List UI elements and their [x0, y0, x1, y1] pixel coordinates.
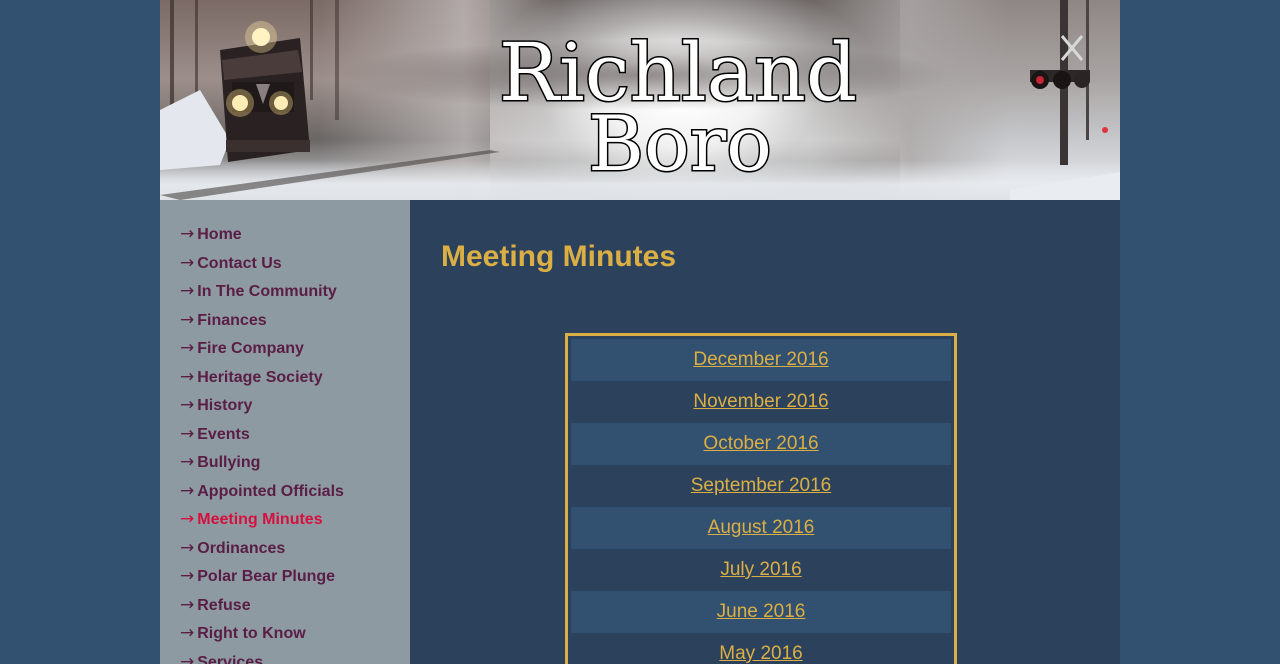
sidebar-item-home[interactable]: → Home	[180, 220, 410, 249]
sidebar-item-meeting-minutes[interactable]: → Meeting Minutes	[180, 505, 410, 534]
sidebar-item-polar-bear-plunge[interactable]: → Polar Bear Plunge	[180, 562, 410, 591]
page-title: Meeting Minutes	[441, 240, 677, 273]
sidebar-item-finances[interactable]: → Finances	[180, 306, 410, 335]
minutes-link[interactable]: July 2016	[720, 559, 801, 580]
arrow-right-icon: →	[180, 224, 195, 244]
sidebar-item-right-to-know[interactable]: → Right to Know	[180, 619, 410, 648]
arrow-right-icon: →	[180, 594, 195, 615]
sidebar-item-label[interactable]: Polar Bear Plunge	[197, 568, 335, 585]
sidebar-item-label[interactable]: Services	[197, 654, 263, 664]
sidebar-item-label[interactable]: Ordinances	[197, 540, 285, 557]
minutes-link[interactable]: October 2016	[703, 433, 818, 454]
arrow-right-icon: →	[180, 395, 195, 415]
arrow-right-icon: →	[180, 509, 195, 529]
minutes-row: June 2016	[571, 591, 951, 633]
minutes-table: December 2016 November 2016 October 2016 Se…	[565, 333, 957, 664]
arrow-right-icon: →	[180, 423, 195, 444]
sidebar-item-ordinances[interactable]: → Ordinances	[180, 534, 410, 563]
sidebar-item-label[interactable]: Finances	[197, 312, 266, 329]
arrow-right-icon: →	[180, 309, 195, 330]
arrow-right-icon: →	[180, 338, 195, 358]
arrow-right-icon: →	[180, 623, 195, 643]
sidebar-item-events[interactable]: → Events	[180, 420, 410, 449]
sidebar-item-bullying[interactable]: → Bullying	[180, 448, 410, 477]
minutes-row: May 2016	[571, 633, 951, 664]
minutes-row: July 2016	[571, 549, 951, 591]
arrow-right-icon: →	[180, 366, 195, 387]
sidebar-item-label[interactable]: Fire Company	[197, 340, 304, 357]
nav-list: → Home → Contact Us → In The Community → Financ…	[160, 200, 410, 664]
sidebar-item-label[interactable]: Appointed Officials	[197, 483, 344, 500]
sidebar-item-fire-company[interactable]: → Fire Company	[180, 334, 410, 363]
minutes-row: September 2016	[571, 465, 951, 507]
site-title: Richland Boro	[497, 25, 858, 190]
sidebar-item-label[interactable]: Home	[197, 226, 241, 243]
minutes-link[interactable]: September 2016	[691, 475, 832, 496]
arrow-right-icon: →	[180, 452, 195, 472]
sidebar-item-history[interactable]: → History	[180, 391, 410, 420]
minutes-link[interactable]: May 2016	[719, 643, 802, 664]
sidebar-item-label[interactable]: History	[197, 397, 252, 414]
arrow-right-icon: →	[180, 651, 195, 664]
minutes-link[interactable]: June 2016	[717, 601, 806, 622]
sidebar-item-label[interactable]: Refuse	[197, 597, 250, 614]
sidebar-item-services[interactable]: → Services	[180, 648, 410, 664]
sidebar-item-label[interactable]: Heritage Society	[197, 369, 322, 386]
minutes-row: October 2016	[571, 423, 951, 465]
sidebar-item-label[interactable]: In The Community	[197, 283, 337, 300]
header-banner: Richland Boro	[160, 0, 1120, 200]
site-title-line2: Boro	[588, 99, 772, 188]
sidebar-item-label[interactable]: Right to Know	[197, 625, 305, 642]
minutes-link[interactable]: August 2016	[708, 517, 815, 538]
sidebar-item-label[interactable]: Bullying	[197, 454, 260, 471]
minutes-row: August 2016	[571, 507, 951, 549]
sidebar-item-label[interactable]: Contact Us	[197, 255, 281, 272]
arrow-right-icon: →	[180, 281, 195, 301]
arrow-right-icon: →	[180, 566, 195, 586]
sidebar-item-label[interactable]: Meeting Minutes	[197, 511, 322, 528]
arrow-right-icon: →	[180, 537, 195, 558]
sidebar-item-heritage-society[interactable]: → Heritage Society	[180, 363, 410, 392]
page-container: Richland Boro → Home → Contact Us → In The Co…	[160, 0, 1120, 664]
sidebar-item-refuse[interactable]: → Refuse	[180, 591, 410, 620]
minutes-row: November 2016	[571, 381, 951, 423]
arrow-right-icon: →	[180, 480, 195, 501]
minutes-link[interactable]: November 2016	[693, 391, 828, 412]
minutes-row: December 2016	[571, 339, 951, 381]
sidebar-item-appointed-officials[interactable]: → Appointed Officials	[180, 477, 410, 506]
sidebar-item-in-the-community[interactable]: → In The Community	[180, 277, 410, 306]
sidebar-nav: → Home → Contact Us → In The Community → Financ…	[160, 200, 410, 664]
minutes-link[interactable]: December 2016	[693, 349, 828, 370]
arrow-right-icon: →	[180, 252, 195, 273]
sidebar-item-label[interactable]: Events	[197, 426, 249, 443]
sidebar-item-contact-us[interactable]: → Contact Us	[180, 249, 410, 278]
